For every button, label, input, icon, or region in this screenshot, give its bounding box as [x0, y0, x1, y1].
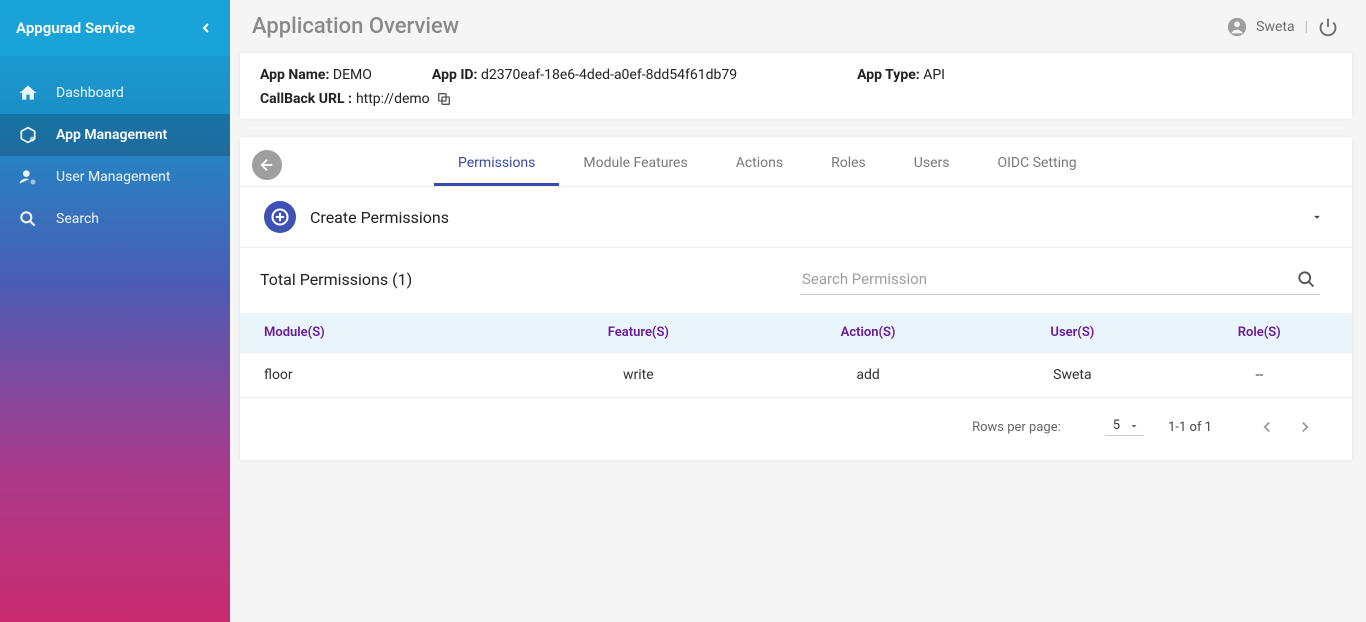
page-title: Application Overview [252, 14, 459, 39]
app-id-block: App ID: d2370eaf-18e6-4ded-a0ef-8dd54f61… [432, 67, 737, 83]
sidebar-item-app-management[interactable]: App Management [0, 114, 230, 156]
tab-permissions[interactable]: Permissions [434, 143, 559, 186]
total-search-row: Total Permissions (1) [240, 248, 1352, 303]
cell-feature: write [519, 353, 758, 398]
app-id-label: App ID: [432, 67, 478, 83]
caret-down-icon [1128, 420, 1140, 432]
tabs-card: Permissions Module Features Actions Role… [240, 137, 1352, 460]
table-row[interactable]: floor write add Sweta -- [240, 353, 1352, 398]
rows-per-page-select[interactable]: 5 [1105, 418, 1144, 436]
sidebar-item-user-management[interactable]: User Management [0, 156, 230, 198]
prev-page-button[interactable] [1248, 414, 1286, 440]
sidebar-item-search[interactable]: Search [0, 198, 230, 240]
chevron-left-icon [198, 20, 214, 36]
search-icon [18, 209, 46, 229]
callback-label: CallBack URL : [260, 91, 352, 107]
sidebar-item-label: App Management [56, 127, 167, 143]
plus-circle-icon [264, 201, 296, 233]
sidebar: Appgurad Service Dashboard App Managemen… [0, 0, 230, 622]
rows-per-page-value: 5 [1113, 418, 1120, 433]
app-name-label: App Name: [260, 67, 329, 83]
cell-module: floor [240, 353, 519, 398]
search-icon [1296, 269, 1316, 289]
copy-callback-button[interactable] [436, 91, 452, 107]
col-role: Role(S) [1166, 313, 1352, 353]
logout-button[interactable] [1318, 17, 1338, 37]
cell-action: add [758, 353, 978, 398]
col-feature: Feature(S) [519, 313, 758, 353]
expand-create-toggle[interactable] [1310, 210, 1324, 224]
back-button[interactable] [252, 150, 282, 180]
arrow-left-icon [258, 156, 276, 174]
permissions-table: Module(S) Feature(S) Action(S) User(S) R… [240, 313, 1352, 397]
callback-block: CallBack URL : http://demo [260, 91, 1332, 107]
tabs-row: Permissions Module Features Actions Role… [240, 137, 1352, 187]
search-wrap [800, 264, 1320, 295]
next-page-button[interactable] [1286, 414, 1324, 440]
tab-actions[interactable]: Actions [712, 143, 807, 186]
col-module: Module(S) [240, 313, 519, 353]
create-permissions-label: Create Permissions [310, 208, 449, 227]
pagination-range: 1-1 of 1 [1168, 420, 1212, 435]
search-permission-input[interactable] [800, 264, 1292, 294]
user-gear-icon [18, 167, 46, 187]
cube-gear-icon [18, 125, 46, 145]
avatar-icon [1226, 16, 1248, 38]
create-permissions-button[interactable]: Create Permissions [264, 201, 449, 233]
cell-role: -- [1166, 353, 1352, 398]
sidebar-item-label: Search [56, 211, 99, 227]
sidebar-item-label: User Management [56, 169, 170, 185]
tabs: Permissions Module Features Actions Role… [434, 143, 1101, 186]
tab-roles[interactable]: Roles [807, 143, 890, 186]
col-user: User(S) [978, 313, 1166, 353]
app-name-block: App Name: DEMO [260, 67, 372, 83]
app-brand: Appgurad Service [16, 19, 135, 37]
app-type-label: App Type: [857, 67, 920, 83]
username[interactable]: Sweta [1256, 19, 1294, 35]
power-icon [1318, 17, 1338, 37]
pagination: Rows per page: 5 1-1 of 1 [240, 397, 1352, 460]
callback-value: http://demo [356, 91, 430, 107]
total-permissions-label: Total Permissions (1) [260, 270, 412, 289]
sidebar-collapse-button[interactable] [198, 20, 214, 36]
chevron-right-icon [1296, 418, 1314, 436]
main-content: Application Overview Sweta | App Name: D… [230, 0, 1366, 622]
cell-user: Sweta [978, 353, 1166, 398]
col-action: Action(S) [758, 313, 978, 353]
app-type-block: App Type: API [857, 67, 945, 83]
rows-per-page-label: Rows per page: [972, 420, 1061, 435]
header-divider: | [1305, 19, 1308, 35]
app-info-card: App Name: DEMO App ID: d2370eaf-18e6-4de… [240, 53, 1352, 119]
app-name-value: DEMO [333, 67, 372, 83]
app-id-value: d2370eaf-18e6-4ded-a0ef-8dd54f61db79 [481, 67, 737, 83]
tab-users[interactable]: Users [890, 143, 974, 186]
home-icon [18, 83, 46, 103]
tab-module-features[interactable]: Module Features [559, 143, 711, 186]
copy-icon [436, 91, 452, 107]
search-button[interactable] [1292, 265, 1320, 293]
table-header-row: Module(S) Feature(S) Action(S) User(S) R… [240, 313, 1352, 353]
caret-down-icon [1310, 210, 1324, 224]
sidebar-item-label: Dashboard [56, 85, 124, 101]
create-permissions-row: Create Permissions [240, 187, 1352, 248]
topbar: Application Overview Sweta | [230, 0, 1366, 49]
app-type-value: API [923, 67, 945, 83]
user-area: Sweta | [1226, 16, 1338, 38]
chevron-left-icon [1258, 418, 1276, 436]
tab-oidc-setting[interactable]: OIDC Setting [973, 143, 1100, 186]
sidebar-item-dashboard[interactable]: Dashboard [0, 72, 230, 114]
sidebar-header: Appgurad Service [0, 0, 230, 56]
